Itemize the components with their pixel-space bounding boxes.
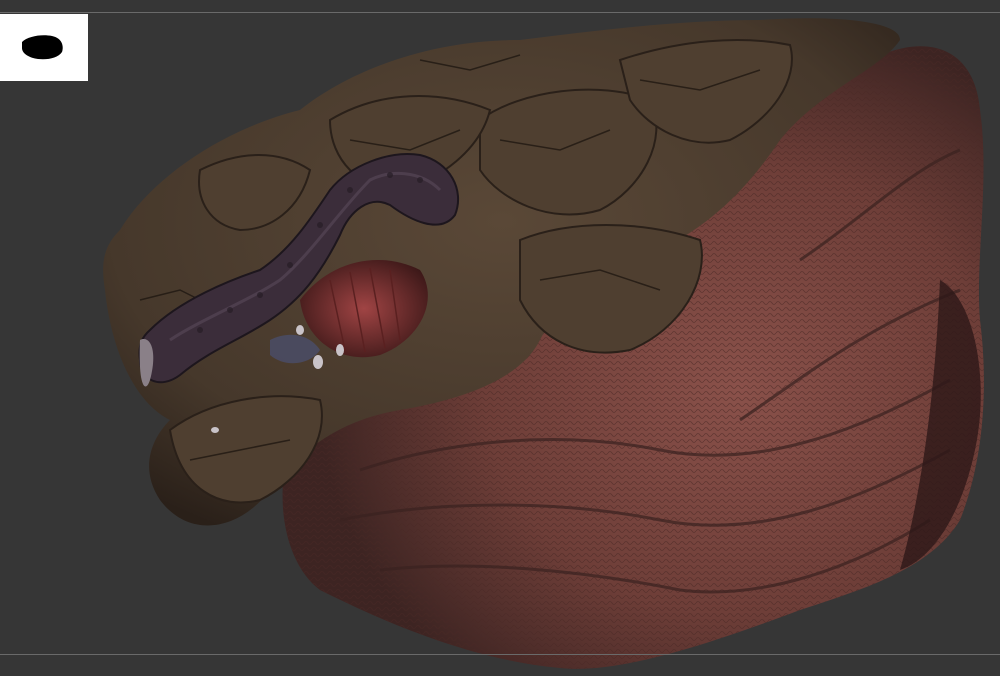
navigator-thumbnail[interactable]: [0, 14, 88, 81]
silhouette-thumbnail-icon: [22, 35, 63, 60]
bottom-divider: [0, 654, 1000, 655]
canvas-viewport[interactable]: [0, 0, 1000, 676]
sculpt-model[interactable]: [0, 0, 1000, 676]
